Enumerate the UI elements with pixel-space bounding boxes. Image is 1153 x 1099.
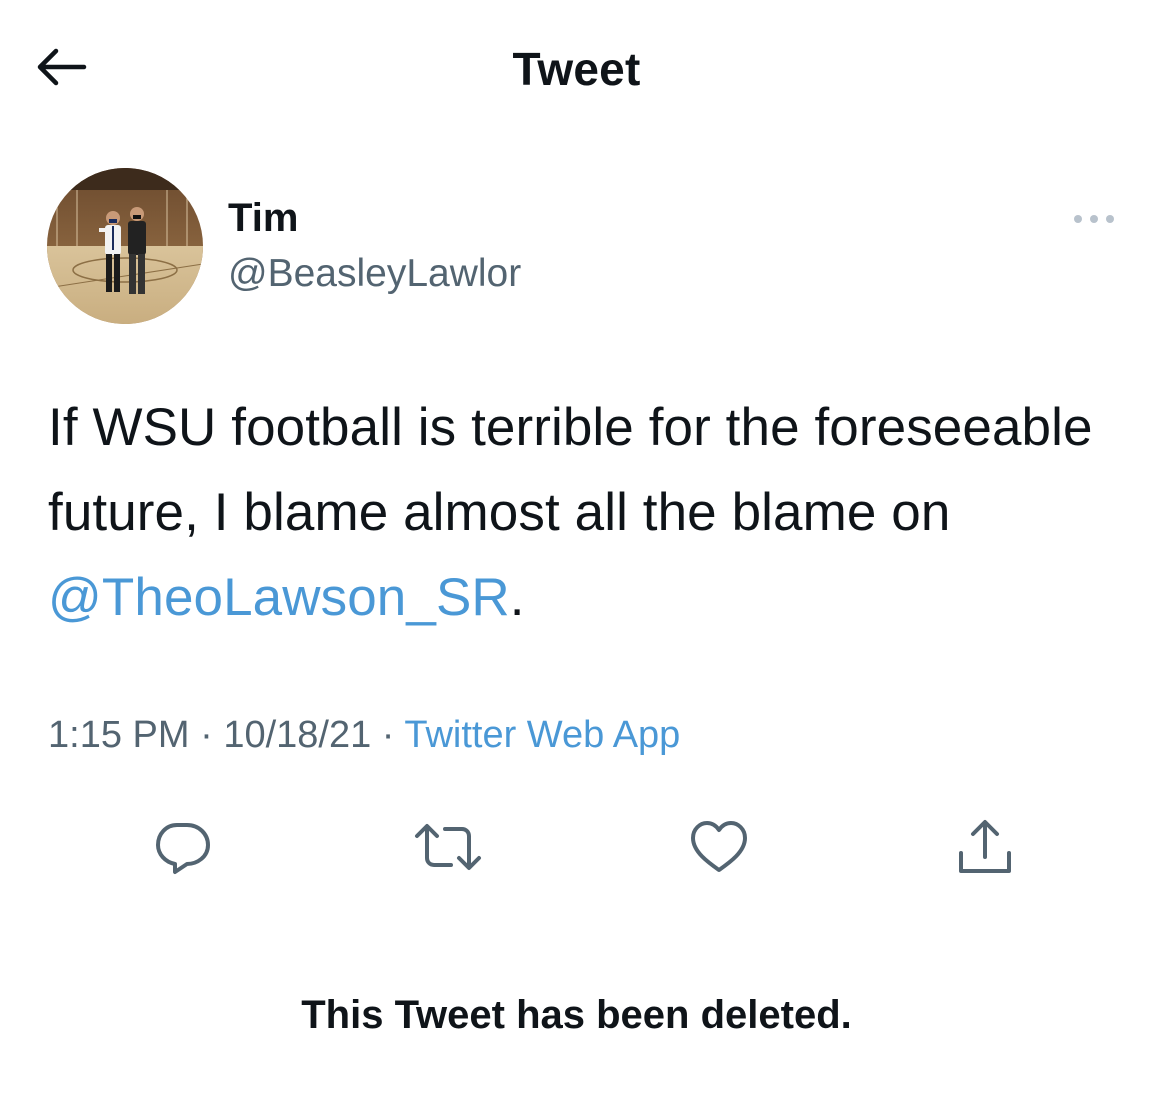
more-horizontal-icon	[1074, 215, 1114, 223]
tweet-time: 1:15 PM	[48, 714, 190, 756]
heart-icon	[691, 821, 747, 872]
more-options-button[interactable]	[1066, 198, 1122, 240]
tweet-text-body: If WSU football is terrible for the fore…	[48, 398, 1093, 542]
author-handle[interactable]: @BeasleyLawlor	[228, 252, 521, 296]
tweet-source-link[interactable]: Twitter Web App	[404, 714, 680, 756]
author-display-name[interactable]: Tim	[228, 196, 298, 241]
avatar[interactable]	[47, 168, 203, 324]
share-button[interactable]	[950, 812, 1020, 882]
retweet-button[interactable]	[413, 812, 483, 882]
tweet-text: If WSU football is terrible for the fore…	[48, 385, 1128, 640]
tweet-date: 10/18/21	[223, 714, 372, 756]
deleted-notice: This Tweet has been deleted.	[301, 993, 852, 1037]
avatar-photo	[47, 168, 203, 324]
meta-separator: ·	[381, 714, 395, 756]
tweet-text-end: .	[509, 568, 525, 627]
reply-button[interactable]	[148, 812, 218, 882]
share-icon	[959, 820, 1011, 873]
retweet-icon	[415, 824, 481, 870]
reply-icon	[156, 823, 210, 874]
page-title: Tweet	[512, 43, 641, 95]
tweet-metadata: 1:15 PM · 10/18/21 · Twitter Web App	[48, 714, 680, 757]
meta-separator: ·	[200, 714, 213, 756]
like-button[interactable]	[684, 812, 754, 882]
mention-link[interactable]: @TheoLawson_SR	[48, 568, 510, 627]
top-bar: Tweet	[0, 0, 1153, 135]
